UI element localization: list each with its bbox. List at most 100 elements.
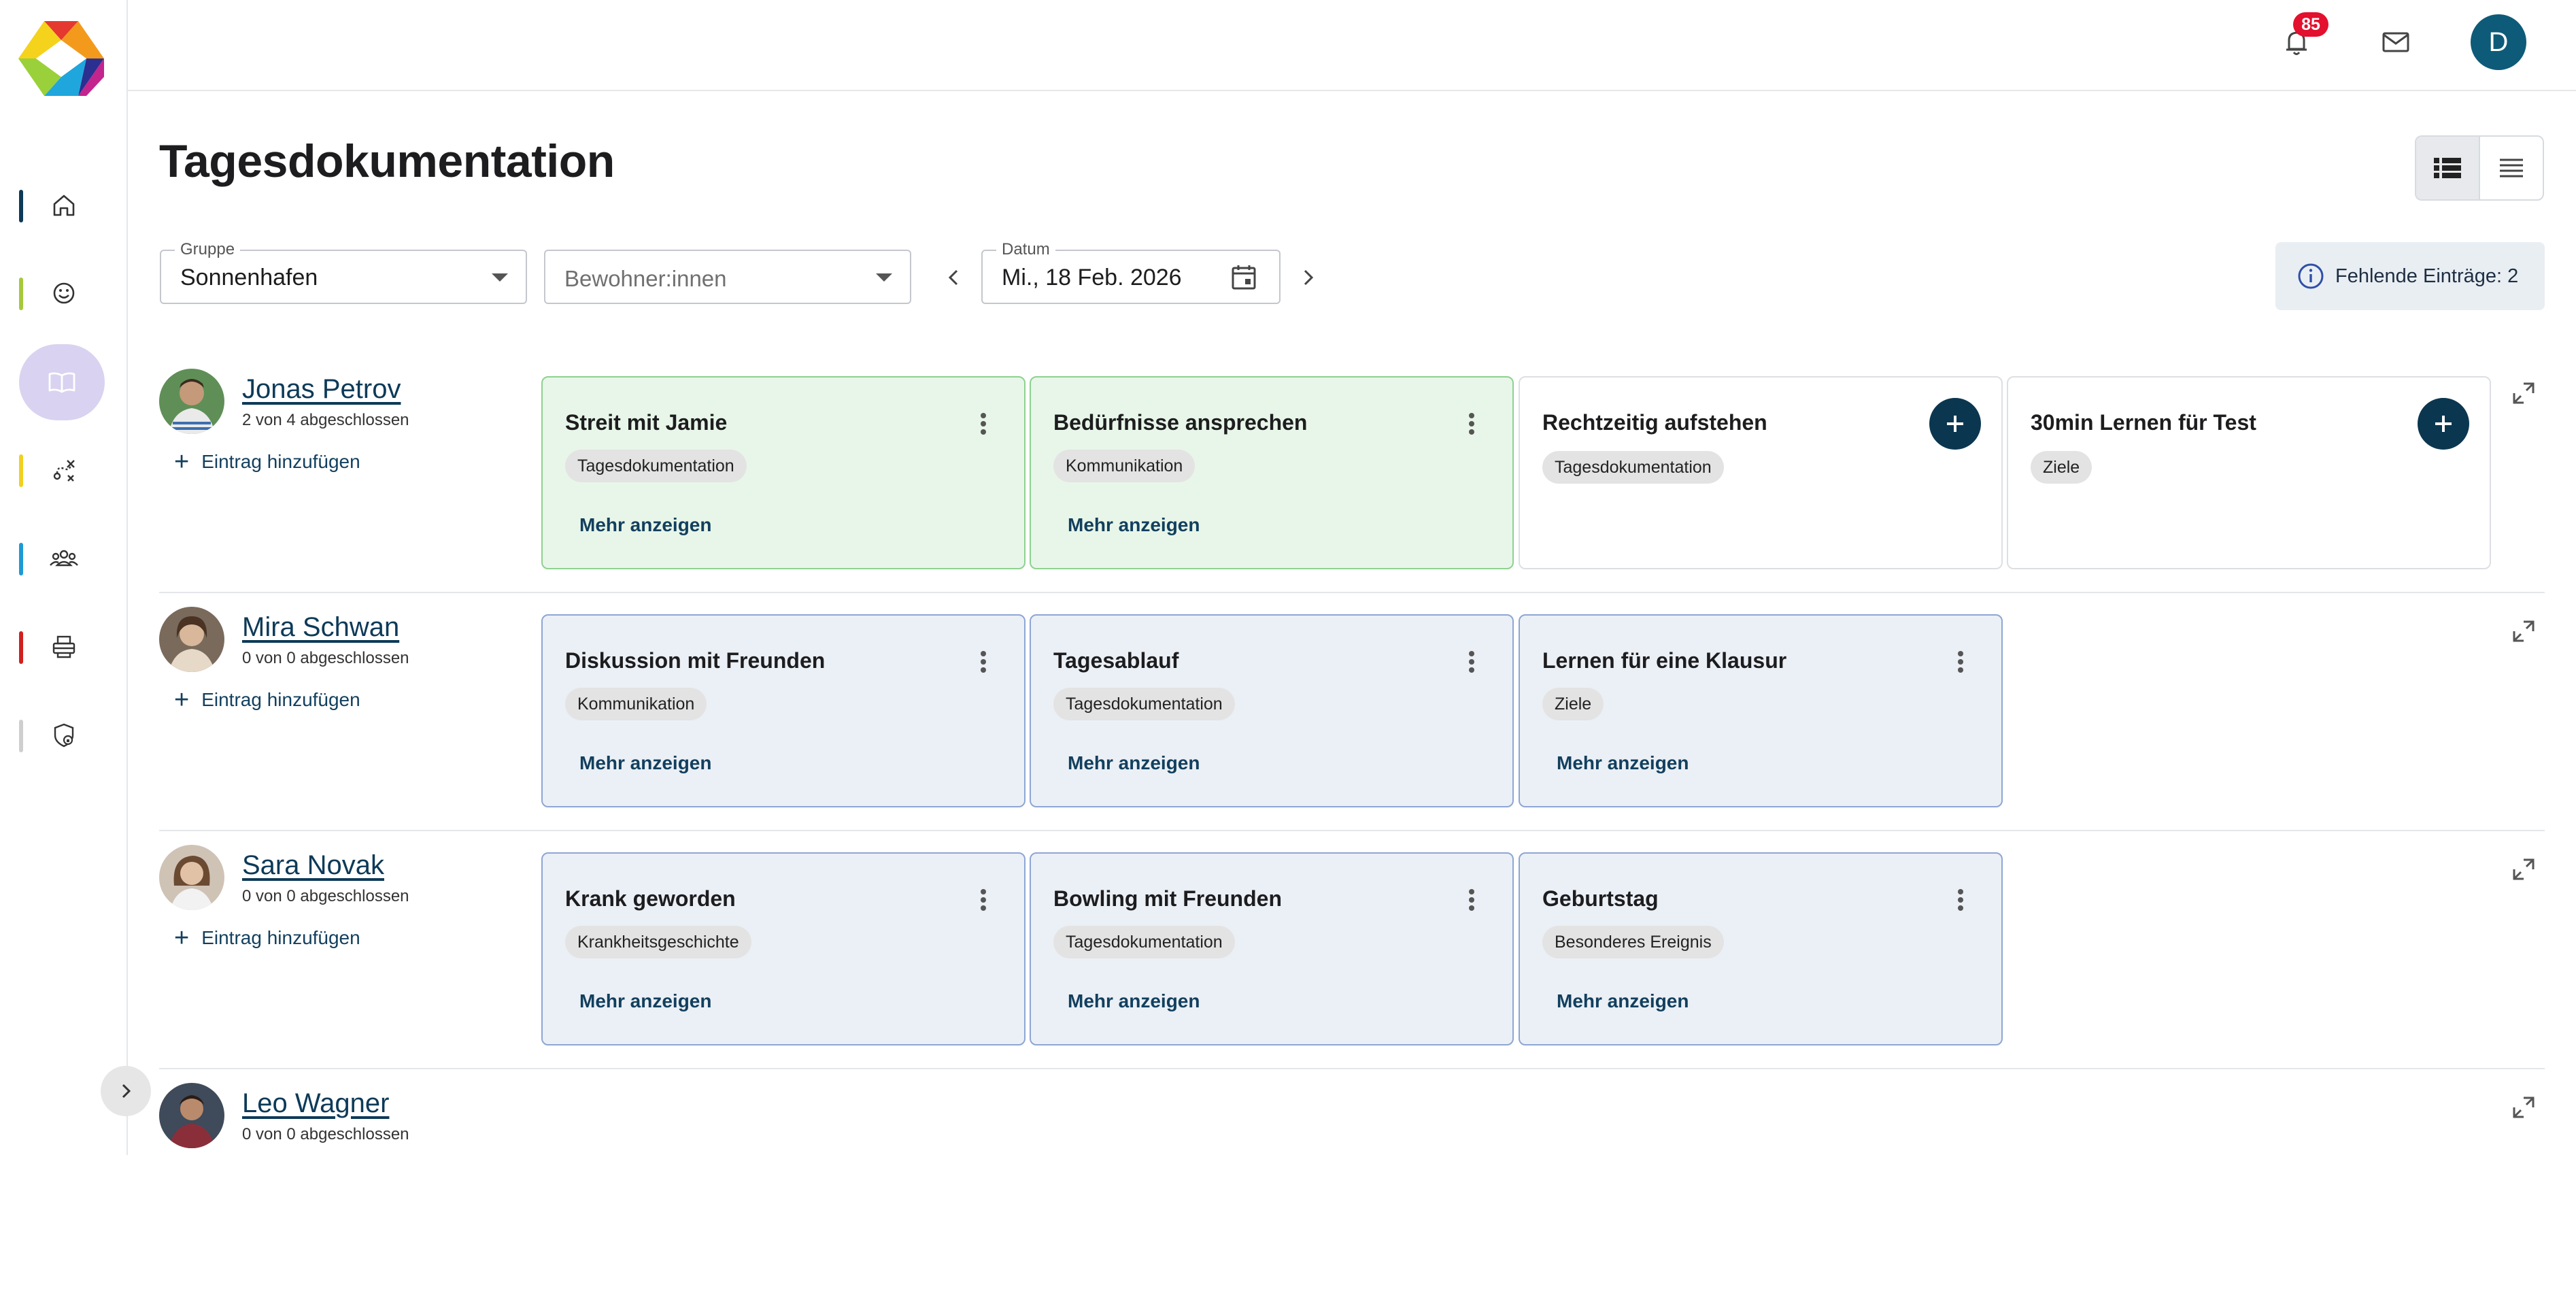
resident-name[interactable]: Leo Wagner: [242, 1088, 389, 1119]
show-more-link[interactable]: Mehr anzeigen: [1557, 752, 1689, 774]
entry-card[interactable]: Lernen für eine Klausur Ziele Mehr anzei…: [1519, 614, 2003, 807]
entry-card[interactable]: Geburtstag Besonderes Ereignis Mehr anze…: [1519, 852, 2003, 1045]
entry-card[interactable]: Rechtzeitig aufstehen Tagesdokumentation: [1519, 376, 2003, 569]
notification-badge: 85: [2293, 12, 2328, 37]
entry-card-tag: Besonderes Ereignis: [1542, 926, 1724, 958]
entry-card[interactable]: Krank geworden Krankheitsgeschichte Mehr…: [541, 852, 1026, 1045]
more-vert-icon[interactable]: [1466, 410, 1477, 437]
entry-card-title: 30min Lernen für Test: [2031, 410, 2256, 435]
sidebar: [0, 0, 151, 1155]
expand-icon[interactable]: [2510, 856, 2537, 883]
entry-card-title: Krank geworden: [565, 886, 736, 911]
group-select[interactable]: Gruppe Sonnenhafen: [160, 240, 527, 304]
entry-card-title: Tagesablauf: [1053, 648, 1179, 673]
entry-card[interactable]: Tagesablauf Tagesdokumentation Mehr anze…: [1030, 614, 1514, 807]
sidebar-item-mood[interactable]: [19, 263, 105, 324]
add-entry-label: Eintrag hinzufügen: [201, 689, 360, 710]
book-icon: [48, 372, 75, 393]
add-documentation-button[interactable]: [1929, 398, 1981, 450]
entry-card[interactable]: Bowling mit Freunden Tagesdokumentation …: [1030, 852, 1514, 1045]
card-view-button[interactable]: [2416, 137, 2480, 199]
resident-progress: 2 von 4 abgeschlossen: [242, 411, 409, 429]
plus-icon: +: [174, 924, 190, 952]
entry-card-title: Bedürfnisse ansprechen: [1053, 410, 1308, 435]
show-more-link[interactable]: Mehr anzeigen: [1068, 514, 1200, 536]
entry-card-tag: Tagesdokumentation: [1053, 926, 1235, 958]
shield-lock-icon: [54, 723, 74, 748]
add-entry-button[interactable]: + Eintrag hinzufügen: [174, 925, 360, 951]
sidebar-item-home[interactable]: [19, 175, 105, 236]
add-documentation-button[interactable]: [2418, 398, 2469, 450]
entry-card-title: Bowling mit Freunden: [1053, 886, 1282, 911]
add-entry-button[interactable]: + Eintrag hinzufügen: [174, 449, 360, 475]
more-vert-icon[interactable]: [978, 886, 989, 914]
next-day-button[interactable]: [1294, 264, 1321, 291]
more-vert-icon[interactable]: [978, 410, 989, 437]
more-vert-icon[interactable]: [978, 648, 989, 675]
add-entry-label: Eintrag hinzufügen: [201, 927, 360, 948]
plus-icon: +: [174, 686, 190, 714]
sidebar-item-print[interactable]: [19, 616, 105, 677]
resident-name[interactable]: Jonas Petrov: [242, 374, 401, 405]
user-avatar[interactable]: D: [2471, 14, 2526, 70]
avatar: [159, 369, 224, 434]
expand-sidebar-button[interactable]: [101, 1066, 151, 1116]
entry-card[interactable]: 30min Lernen für Test Ziele: [2007, 376, 2491, 569]
resident-progress: 0 von 0 abgeschlossen: [242, 887, 409, 905]
avatar: [159, 1083, 224, 1148]
entry-card-title: Diskussion mit Freunden: [565, 648, 826, 673]
more-vert-icon[interactable]: [1466, 886, 1477, 914]
more-vert-icon[interactable]: [1466, 648, 1477, 675]
resident-row: Leo Wagner 0 von 0 abgeschlossen: [159, 1068, 2545, 1306]
expand-icon[interactable]: [2510, 380, 2537, 407]
plus-icon: [1947, 416, 1963, 432]
entry-card-tag: Kommunikation: [565, 688, 707, 720]
calendar-icon[interactable]: [1229, 262, 1259, 292]
sidebar-item-documentation[interactable]: [19, 344, 105, 420]
entry-card-title: Geburtstag: [1542, 886, 1659, 911]
more-vert-icon[interactable]: [1955, 648, 1966, 675]
show-more-link[interactable]: Mehr anzeigen: [1068, 752, 1200, 774]
add-entry-label: Eintrag hinzufügen: [201, 451, 360, 472]
sidebar-item-routes[interactable]: [19, 439, 105, 501]
compact-view-button[interactable]: [2480, 137, 2543, 199]
info-icon: [2298, 263, 2324, 289]
entry-card-tag: Tagesdokumentation: [1053, 688, 1235, 720]
add-entry-button[interactable]: + Eintrag hinzufügen: [174, 687, 360, 713]
route-icon: [53, 460, 75, 482]
date-field[interactable]: Datum Mi., 18 Feb. 2026: [981, 240, 1281, 304]
entry-card[interactable]: Streit mit Jamie Tagesdokumentation Mehr…: [541, 376, 1026, 569]
group-select-label: Gruppe: [175, 240, 241, 259]
mail-icon[interactable]: [2378, 24, 2413, 60]
resident-name[interactable]: Sara Novak: [242, 850, 384, 881]
residents-select[interactable]: Bewohner:innen: [544, 250, 911, 304]
show-more-link[interactable]: Mehr anzeigen: [1068, 990, 1200, 1012]
nav-indicator: [19, 631, 23, 664]
entry-card[interactable]: Bedürfnisse ansprechen Kommunikation Meh…: [1030, 376, 1514, 569]
nav-indicator: [19, 543, 23, 575]
entry-card-tag: Ziele: [2031, 451, 2092, 484]
sidebar-item-groups[interactable]: [19, 528, 105, 589]
missing-entries-info[interactable]: Fehlende Einträge: 2: [2275, 242, 2545, 310]
expand-icon[interactable]: [2510, 618, 2537, 645]
entry-card-title: Lernen für eine Klausur: [1542, 648, 1787, 673]
home-icon: [53, 195, 75, 216]
entry-card-tag: Tagesdokumentation: [565, 450, 747, 482]
sidebar-item-privacy[interactable]: [19, 705, 105, 766]
entry-card[interactable]: Diskussion mit Freunden Kommunikation Me…: [541, 614, 1026, 807]
show-more-link[interactable]: Mehr anzeigen: [579, 990, 711, 1012]
entry-card-tag: Krankheitsgeschichte: [565, 926, 751, 958]
show-more-link[interactable]: Mehr anzeigen: [1557, 990, 1689, 1012]
show-more-link[interactable]: Mehr anzeigen: [579, 514, 711, 536]
resident-row: Mira Schwan 0 von 0 abgeschlossen + Eintr…: [159, 592, 2545, 831]
residents-select-placeholder: Bewohner:innen: [564, 266, 727, 291]
compact-list-icon: [2500, 158, 2523, 178]
expand-icon[interactable]: [2510, 1094, 2537, 1121]
entry-card-tag: Tagesdokumentation: [1542, 451, 1724, 484]
more-vert-icon[interactable]: [1955, 886, 1966, 914]
app-logo[interactable]: [18, 21, 104, 96]
previous-day-button[interactable]: [940, 264, 968, 291]
show-more-link[interactable]: Mehr anzeigen: [579, 752, 711, 774]
resident-name[interactable]: Mira Schwan: [242, 612, 399, 643]
missing-entries-text: Fehlende Einträge: 2: [2335, 265, 2519, 287]
